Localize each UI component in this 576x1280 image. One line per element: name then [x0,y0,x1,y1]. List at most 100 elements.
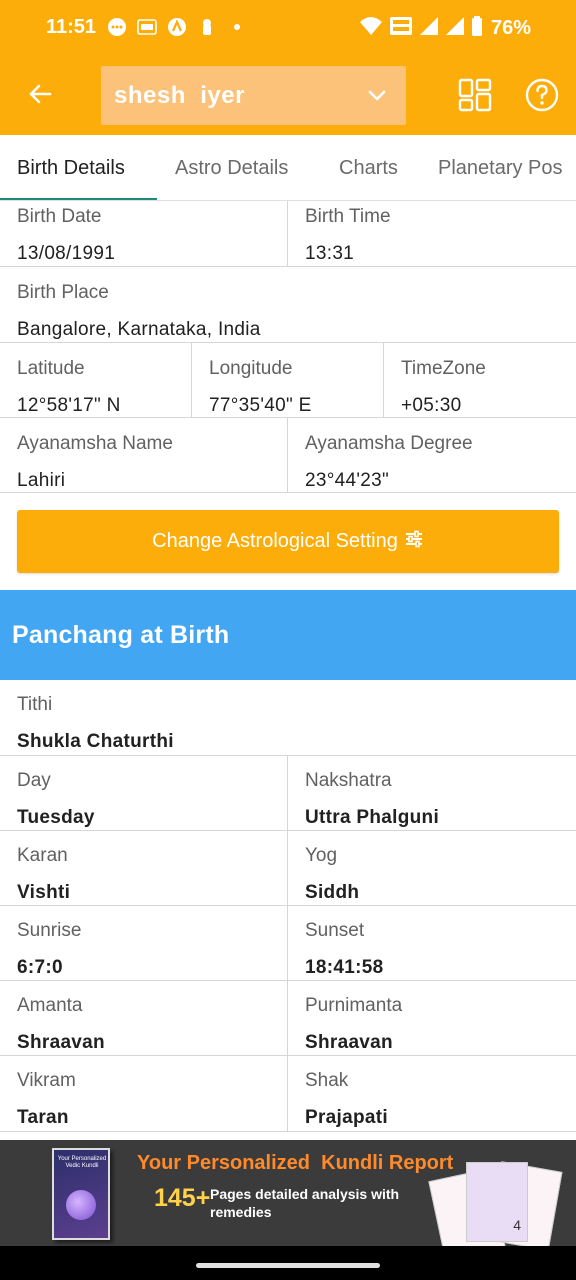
report-page: 4 [466,1162,528,1242]
change-setting-label: Change Astrological Setting [152,530,398,552]
sunset-cell: Sunset 18:41:58 [287,906,576,980]
sunrise-label: Sunrise [17,920,82,941]
yog-value: Siddh [305,882,360,903]
home-gesture-handle[interactable] [196,1263,380,1268]
signal-icon [419,15,439,42]
temu-icon [136,16,158,38]
nakshatra-label: Nakshatra [305,770,392,791]
birth-place-label: Birth Place [17,282,109,303]
ayanamsha-name-value: Lahiri [17,470,66,491]
dot-icon [226,16,248,38]
dashboard-grid-icon [457,78,493,117]
profile-name: shesh iyer [114,81,245,109]
ayanamsha-degree-label: Ayanamsha Degree [305,433,473,454]
sliders-icon [398,529,424,555]
arrow-left-icon [26,80,54,113]
tithi-label: Tithi [17,694,53,715]
karan-value: Vishti [17,882,71,903]
purnimanta-label: Purnimanta [305,995,403,1016]
sunrise-value: 6:7:0 [17,957,63,978]
tab-astro-details[interactable]: Astro Details [175,135,288,200]
status-system-icons: 76% [359,15,531,42]
shak-cell: Shak Prajapati [287,1056,576,1131]
battery-icon [471,15,483,42]
chevron-down-icon [366,84,388,106]
keyhole-icon [196,16,218,38]
change-astrological-setting-button[interactable]: Change Astrological Setting [17,510,559,573]
ayanamsha-row: Ayanamsha Name Lahiri Ayanamsha Degree 2… [0,418,576,493]
tab-bar: Birth Details Astro Details Charts Plane… [0,135,576,201]
vowifi-icon [389,15,413,42]
banner-title: Your Personalized Kundli Report [137,1152,454,1174]
nakshatra-cell: Nakshatra Uttra Phalguni [287,756,576,830]
help-button[interactable] [524,77,560,113]
timezone-cell: TimeZone +05:30 [383,343,576,417]
latitude-label: Latitude [17,358,85,379]
latitude-value: 12°58'17" N [17,395,121,416]
tab-birth-details[interactable]: Birth Details [17,135,125,200]
amanta-cell: Amanta Shraavan [0,981,288,1055]
status-bar: 11:51 76% [0,0,576,58]
birth-time-value: 13:31 [305,243,355,264]
profile-dropdown[interactable]: shesh iyer [101,66,406,125]
tab-planetary-positions[interactable]: Planetary Pos [438,135,563,200]
tithi-cell: Tithi Shukla Chaturthi [0,680,576,755]
vikram-label: Vikram [17,1070,76,1091]
karan-yog-row: Karan Vishti Yog Siddh [0,831,576,906]
sunrise-sunset-row: Sunrise 6:7:0 Sunset 18:41:58 [0,906,576,981]
tab-charts[interactable]: Charts [339,135,398,200]
ayanamsha-degree-cell: Ayanamsha Degree 23°44'23" [287,418,576,492]
birth-date-time-row: Birth Date 13/08/1991 Birth Time 13:31 [0,201,576,267]
ayanamsha-degree-value: 23°44'23" [305,470,390,491]
day-label: Day [17,770,51,791]
birth-place-value: Bangalore, Karnataka, India [17,319,261,340]
system-navigation-bar [0,1246,576,1280]
panchang-section-header: Panchang at Birth [0,590,576,680]
tithi-value: Shukla Chaturthi [17,731,174,752]
wifi-icon [359,15,383,42]
karan-cell: Karan Vishti [0,831,288,905]
purnimanta-cell: Purnimanta Shraavan [287,981,576,1055]
vikram-shak-row: Vikram Taran Shak Prajapati [0,1056,576,1132]
sunset-value: 18:41:58 [305,957,384,978]
vikram-value: Taran [17,1107,69,1128]
question-circle-icon [524,78,560,117]
nakshatra-value: Uttra Phalguni [305,807,440,828]
back-button[interactable] [22,78,58,114]
app-icon [166,16,188,38]
book-cover-art [66,1190,96,1220]
longitude-label: Longitude [209,358,293,379]
day-cell: Day Tuesday [0,756,288,830]
vikram-cell: Vikram Taran [0,1056,288,1131]
report-page-number: 4 [513,1217,521,1233]
birth-date-label: Birth Date [17,206,102,227]
dashboard-grid-button[interactable] [457,77,493,113]
app-root: 11:51 76% shesh iyer Birth Details Astro… [0,0,576,1280]
amanta-purnimanta-row: Amanta Shraavan Purnimanta Shraavan [0,981,576,1056]
book-title: Your Personalized Vedic Kundli [57,1156,107,1169]
sunrise-cell: Sunrise 6:7:0 [0,906,288,980]
birth-time-cell: Birth Time 13:31 [287,201,576,266]
report-pages-image: 4 [428,1160,563,1246]
yog-label: Yog [305,845,338,866]
report-book-image: Your Personalized Vedic Kundli [52,1148,110,1240]
longitude-cell: Longitude 77°35'40" E [191,343,384,417]
birth-date-value: 13/08/1991 [17,243,116,264]
ayanamsha-name-cell: Ayanamsha Name Lahiri [0,418,288,492]
banner-subtitle: Pages detailed analysis with remedies [210,1186,400,1220]
coordinates-row: Latitude 12°58'17" N Longitude 77°35'40"… [0,343,576,418]
status-time: 11:51 [46,16,97,38]
timezone-label: TimeZone [401,358,486,379]
ayanamsha-name-label: Ayanamsha Name [17,433,173,454]
kundli-report-banner[interactable]: Your Personalized Vedic Kundli Your Pers… [0,1140,576,1246]
panchang-title: Panchang at Birth [12,620,230,649]
shak-label: Shak [305,1070,349,1091]
birth-time-label: Birth Time [305,206,391,227]
app-header: 11:51 76% shesh iyer [0,0,576,135]
timezone-value: +05:30 [401,395,462,416]
day-value: Tuesday [17,807,95,828]
amanta-label: Amanta [17,995,83,1016]
birth-place-row: Birth Place Bangalore, Karnataka, India [0,267,576,343]
longitude-value: 77°35'40" E [209,395,312,416]
birth-place-cell: Birth Place Bangalore, Karnataka, India [0,267,576,342]
